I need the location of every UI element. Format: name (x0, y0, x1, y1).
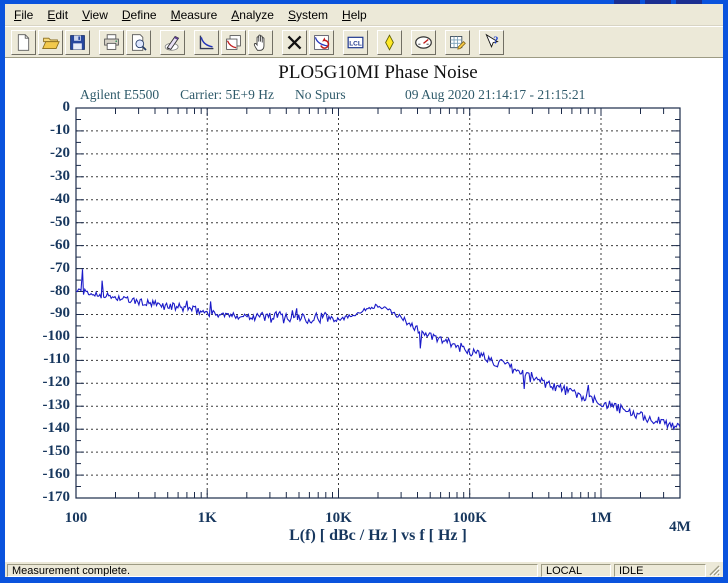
y-tick-label: -70 (50, 259, 70, 276)
phase-noise-plot (75, 107, 681, 499)
copy-graph-button[interactable] (221, 29, 246, 55)
x-tick-label: 100K (452, 510, 487, 526)
y-tick-label: -90 (50, 305, 70, 322)
local-lcl-icon: LCL (346, 33, 365, 52)
y-tick-label: -100 (42, 328, 71, 345)
toolbar: LCL? (5, 26, 723, 57)
spreadsheet-edit-button[interactable] (445, 29, 470, 55)
abort-measurement-button[interactable] (282, 29, 307, 55)
meter-gauge-button[interactable] (411, 29, 436, 55)
local-lcl-button[interactable]: LCL (343, 29, 368, 55)
x-tick-label: 1K (197, 510, 217, 526)
repeat-measurement-icon (312, 33, 331, 52)
y-tick-label: -170 (42, 489, 71, 505)
marker-diamond-button[interactable] (377, 29, 402, 55)
new-document-icon (14, 33, 33, 52)
y-tick-label: -110 (43, 351, 70, 368)
context-help-icon: ? (482, 33, 501, 52)
status-bar: Measurement complete. LOCAL IDLE (5, 561, 723, 577)
phase-noise-trace (76, 269, 680, 431)
y-tick-label: -150 (42, 443, 71, 460)
print-preview-icon (129, 33, 148, 52)
toolbar-group (411, 29, 438, 55)
y-tick-label: -130 (42, 397, 71, 414)
y-tick-label: -40 (50, 190, 70, 207)
menu-edit[interactable]: Edit (40, 5, 75, 25)
open-file-button[interactable] (38, 29, 63, 55)
y-tick-label: -20 (50, 144, 70, 161)
resize-grip[interactable] (708, 564, 721, 577)
spreadsheet-edit-icon (448, 33, 467, 52)
define-measurement-pen-icon (163, 33, 182, 52)
toolbar-group (160, 29, 187, 55)
open-file-icon (41, 33, 60, 52)
y-tick-label: -30 (50, 167, 70, 184)
status-message: Measurement complete. (7, 563, 538, 577)
y-tick-label: -140 (42, 420, 71, 437)
status-local-indicator: LOCAL (541, 563, 611, 577)
define-measurement-pen-button[interactable] (160, 29, 185, 55)
toolbar-group (11, 29, 92, 55)
repeat-measurement-button[interactable] (309, 29, 334, 55)
menu-define[interactable]: Define (115, 5, 164, 25)
copy-graph-icon (224, 33, 243, 52)
toolbar-group: LCL (343, 29, 370, 55)
x-tick-label: 1M (590, 510, 612, 526)
y-tick-label: -60 (50, 236, 70, 253)
menu-help[interactable]: Help (335, 5, 374, 25)
menu-analyze[interactable]: Analyze (224, 5, 281, 25)
toolbar-group (445, 29, 472, 55)
menu-measure[interactable]: Measure (164, 5, 225, 25)
svg-text:LCL: LCL (349, 40, 362, 47)
x-tick-label: 100 (64, 510, 88, 526)
print-button[interactable] (99, 29, 124, 55)
toolbar-group (99, 29, 153, 55)
x-tick-label: 10K (325, 510, 352, 526)
menu-file[interactable]: File (7, 5, 40, 25)
pan-hand-button[interactable] (248, 29, 273, 55)
new-document-button[interactable] (11, 29, 36, 55)
pan-hand-icon (251, 33, 270, 52)
axis-caption: L(f) [ dBc / Hz ] vs f [ Hz ] (289, 527, 467, 544)
graph-client-area: PLO5G10MI Phase Noise Agilent E5500 Carri… (5, 57, 723, 561)
status-idle-indicator: IDLE (614, 563, 706, 577)
toolbar-group (282, 29, 336, 55)
y-tick-label: -50 (50, 213, 70, 230)
toolbar-group: ? (479, 29, 506, 55)
y-tick-label: -160 (42, 466, 71, 483)
context-help-button[interactable]: ? (479, 29, 504, 55)
toolbar-group (377, 29, 404, 55)
abort-measurement-icon (285, 33, 304, 52)
print-icon (102, 33, 121, 52)
meter-gauge-icon (414, 33, 433, 52)
save-file-button[interactable] (65, 29, 90, 55)
graph-measurement-button[interactable] (194, 29, 219, 55)
menu-bar: File Edit View Define Measure Analyze System He… (5, 4, 723, 26)
y-tick-label: 0 (62, 99, 71, 115)
y-tick-label: -120 (42, 374, 71, 391)
menu-view[interactable]: View (75, 5, 115, 25)
svg-text:?: ? (493, 35, 498, 46)
toolbar-group (194, 29, 275, 55)
graph-measurement-icon (197, 33, 216, 52)
menu-system[interactable]: System (281, 5, 335, 25)
y-tick-label: -10 (50, 121, 70, 138)
save-file-icon (68, 33, 87, 52)
app-window: File Edit View Define Measure Analyze System He… (0, 0, 728, 583)
print-preview-button[interactable] (126, 29, 151, 55)
marker-diamond-icon (380, 33, 399, 52)
y-tick-label: -80 (50, 282, 70, 299)
